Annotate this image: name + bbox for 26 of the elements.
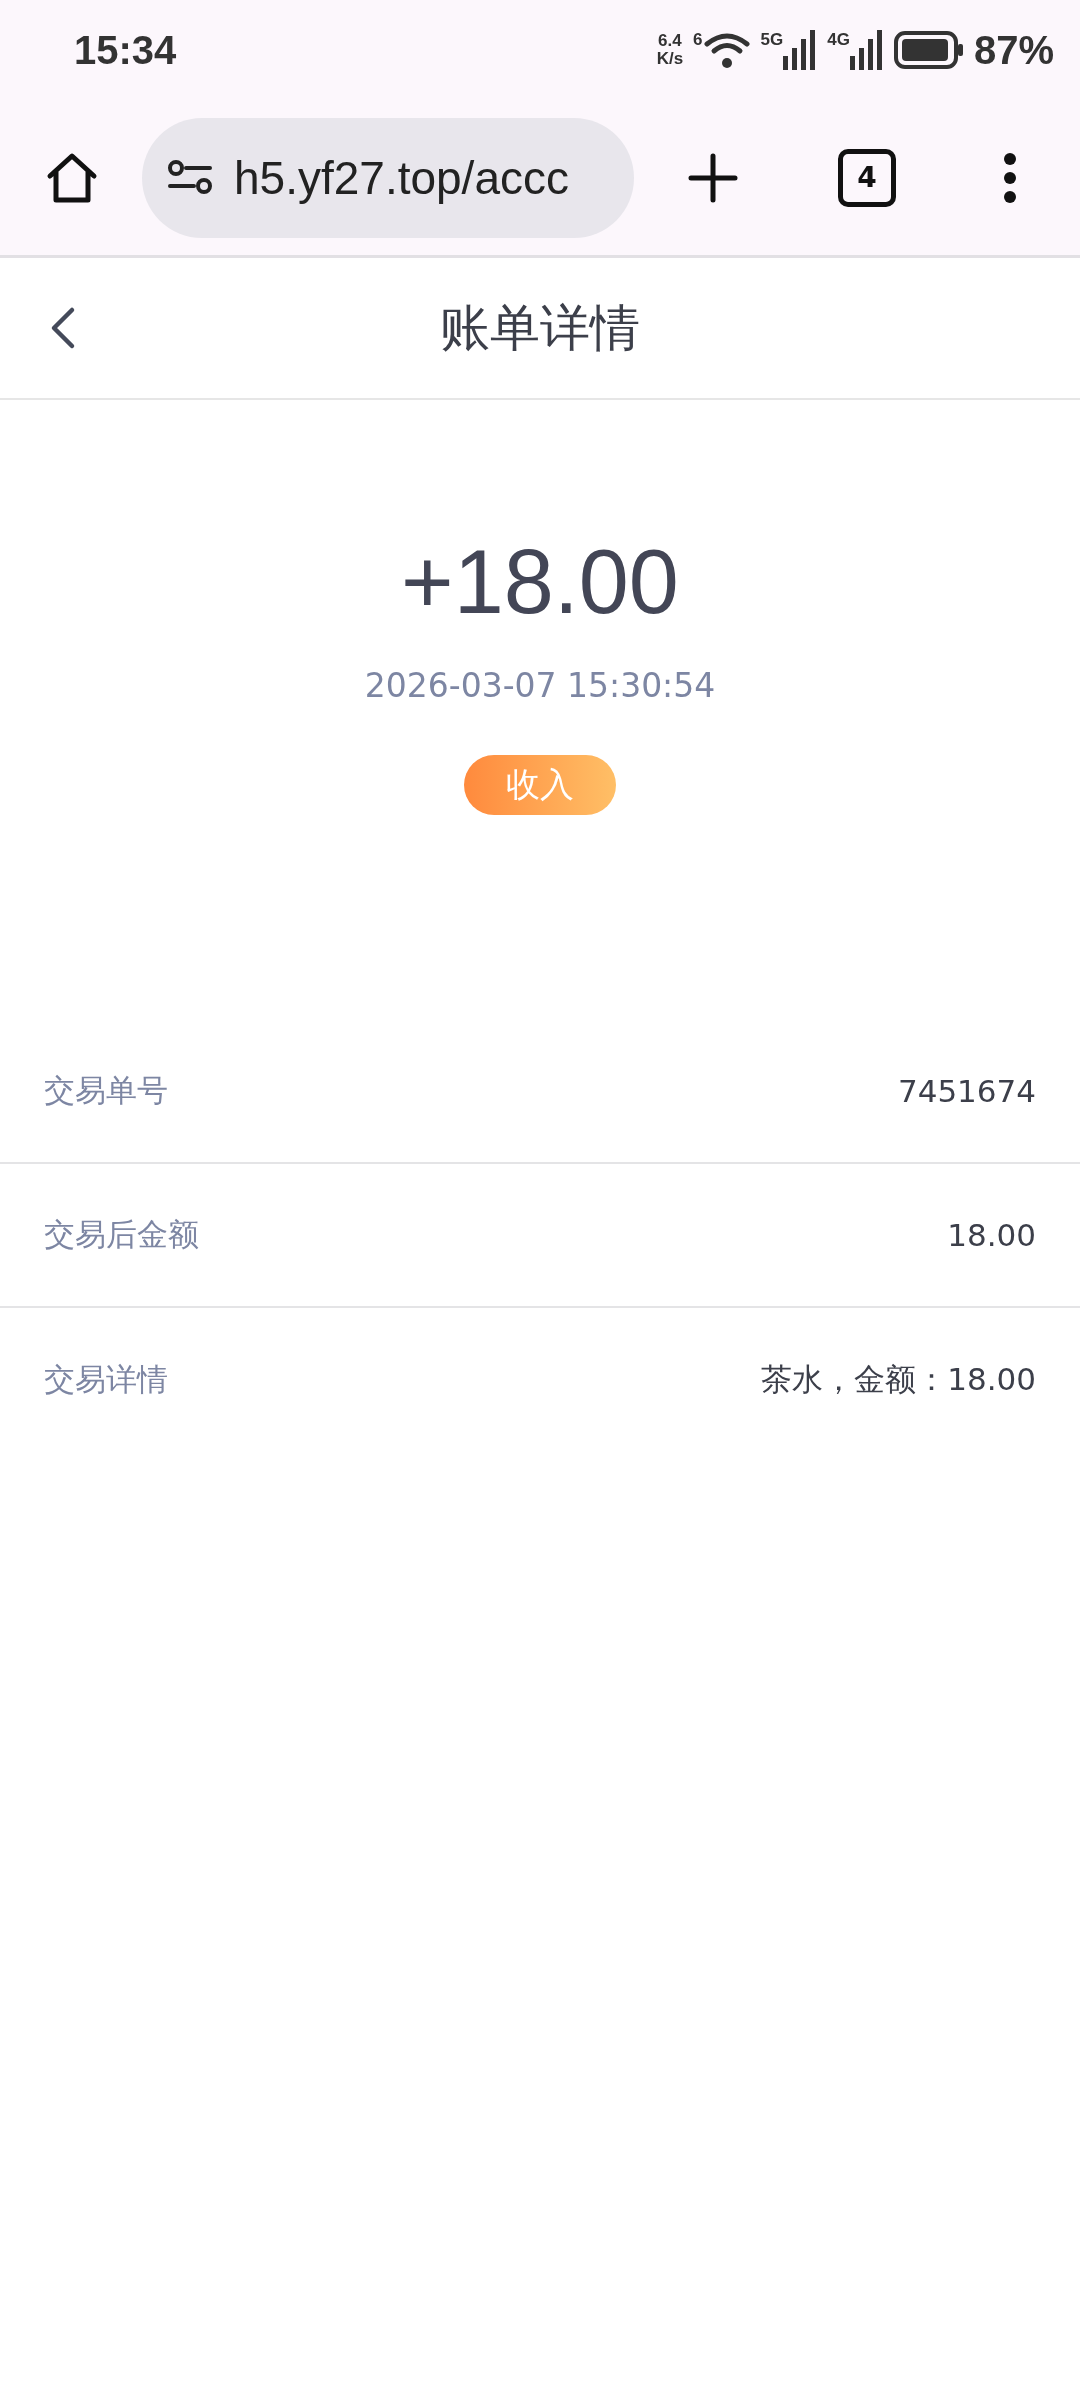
detail-value: 7451674 xyxy=(897,1073,1036,1109)
new-tab-icon[interactable] xyxy=(688,152,738,203)
detail-label: 交易详情 xyxy=(44,1360,168,1399)
page-title: 账单详情 xyxy=(440,297,640,359)
detail-value: 茶水，金额：18.00 xyxy=(761,1360,1036,1399)
signal-icon xyxy=(849,30,884,70)
battery-icon xyxy=(893,31,964,69)
network-label: 4G xyxy=(827,30,850,50)
back-icon[interactable] xyxy=(50,306,76,350)
signal-icon xyxy=(783,30,818,70)
url-text: h5.yf27.top/accc xyxy=(234,150,569,205)
tab-count-button[interactable]: 4 xyxy=(838,148,896,207)
battery-percentage: 87% xyxy=(973,27,1054,73)
detail-value: 18.00 xyxy=(947,1217,1036,1253)
transaction-time: 2026-03-07 15:30:54 xyxy=(364,666,716,705)
network-label: 5G xyxy=(760,30,784,50)
network-speed: 6.4 K/s xyxy=(656,32,684,68)
address-bar[interactable]: h5.yf27.top/accc xyxy=(142,117,634,238)
detail-label: 交易单号 xyxy=(44,1071,168,1110)
detail-label: 交易后金额 xyxy=(44,1215,199,1254)
status-time: 15:34 xyxy=(74,27,177,73)
wifi-label: 6 xyxy=(693,30,703,50)
type-badge: 收入 xyxy=(464,755,616,815)
menu-icon[interactable] xyxy=(1002,151,1018,204)
wifi-icon xyxy=(702,30,751,70)
amount: +18.00 xyxy=(401,531,679,634)
